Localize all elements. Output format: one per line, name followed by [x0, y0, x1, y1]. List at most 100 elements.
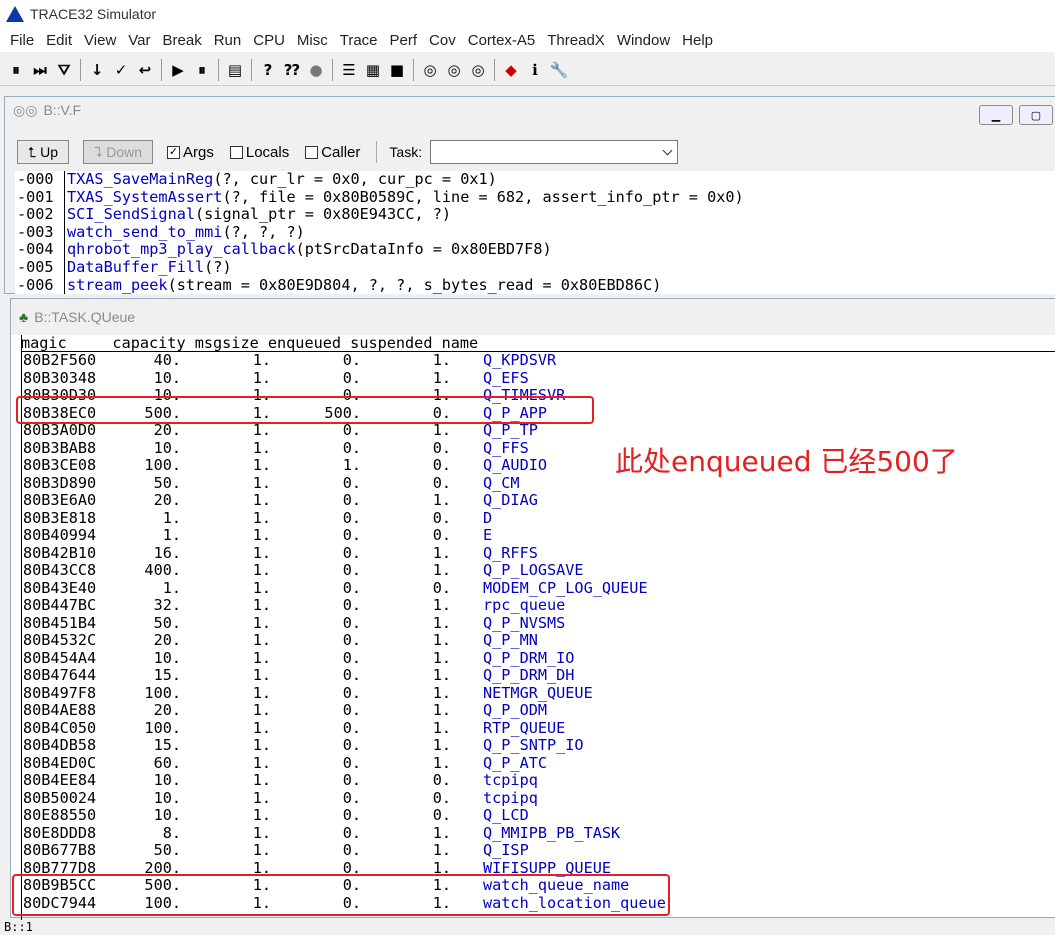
args-checkbox[interactable]: ✓ Args [167, 144, 214, 161]
caller-checkbox-box[interactable] [305, 145, 319, 159]
task-queue-window: ♣ B::TASK.QUeue magic capacity msgsize e… [10, 298, 1055, 925]
queue-suspended: 0. [432, 473, 451, 492]
frame-args: (?) [204, 257, 232, 276]
stack-frame-row[interactable]: -001 TXAS_SystemAssert(?, file = 0x80B058… [15, 188, 1055, 207]
go-icon[interactable]: ▶ [166, 58, 190, 82]
queue-row[interactable]: 80B2F560 40. 1. 0. 1. Q_KPDSVR [21, 351, 1055, 370]
menu-item[interactable]: CPU [247, 32, 291, 49]
var-watch-icon[interactable]: ◎ [418, 58, 442, 82]
menu-item[interactable]: Edit [40, 32, 78, 49]
queue-row[interactable]: 80E8DDD8 8. 1. 0. 1. Q_MMIPB_PB_TASK [21, 823, 1055, 843]
app-title: TRACE32 Simulator [30, 6, 157, 22]
menu-item[interactable]: Help [676, 32, 719, 49]
var-local-icon[interactable]: ◎ [466, 58, 490, 82]
help-icon[interactable]: ? [256, 58, 280, 82]
menu-item[interactable]: Cortex-A5 [462, 32, 542, 49]
queue-row[interactable]: 80B497F8 100. 1. 0. 1. NETMGR_QUEUE [21, 684, 1055, 703]
locals-checkbox[interactable]: Locals [229, 144, 289, 161]
mode-icon[interactable]: ▤ [223, 58, 247, 82]
stack-frame-row[interactable]: -004 qhrobot_mp3_play_callback(ptSrcDataI… [15, 241, 1055, 259]
stack-frame-row[interactable]: -000 TXAS_SaveMainReg(?, cur_lr = 0x0, cu… [15, 170, 1055, 189]
queue-name: Q_LCD [483, 806, 529, 824]
queue-row[interactable]: 80B454A4 10. 1. 0. 1. Q_P_DRM_IO [21, 649, 1055, 668]
queue-row[interactable]: 80B4C050 100. 1. 0. 1. RTP_QUEUE [21, 719, 1055, 738]
queue-row[interactable]: 80B4EE84 10. 1. 0. 0. tcpipq [21, 771, 1055, 790]
queue-row[interactable]: 80B43E40 1. 1. 0. 0. MODEM_CP_LOG_QUEUE [21, 579, 1055, 598]
menu-item[interactable]: File [4, 32, 40, 49]
menu-item[interactable]: View [78, 32, 122, 49]
menu-item[interactable]: Break [157, 32, 208, 49]
restore-icon[interactable]: ▢ [1019, 105, 1053, 125]
menu-item[interactable]: Misc [291, 32, 334, 49]
queue-row[interactable]: 80B4AE88 20. 1. 0. 1. Q_P_ODM [21, 701, 1055, 720]
chip-icon[interactable]: ■ [385, 58, 409, 82]
context-help-icon[interactable]: ⁇ [280, 58, 304, 82]
caller-checkbox[interactable]: Caller [305, 144, 360, 161]
queue-row[interactable]: 80E88550 10. 1. 0. 0. Q_LCD [21, 806, 1055, 825]
queue-suspended: 1. [432, 823, 451, 842]
queue-row[interactable]: 80B4532C 20. 1. 0. 1. Q_P_MN [21, 631, 1055, 650]
break-icon[interactable]: ⏸ [190, 58, 214, 82]
menu-item[interactable]: Window [611, 32, 676, 49]
wrench-icon[interactable]: 🔧 [547, 58, 571, 82]
info-icon[interactable]: ℹ [523, 58, 547, 82]
frame-function[interactable]: TXAS_SaveMainReg [67, 170, 213, 188]
frame-function[interactable]: stream_peek [67, 276, 168, 294]
frame-function[interactable]: TXAS_SystemAssert [67, 188, 222, 206]
queue-row[interactable]: 80B3E818 1. 1. 0. 0. D [21, 509, 1055, 528]
queue-row[interactable]: 80B47644 15. 1. 0. 1. Q_P_DRM_DH [21, 666, 1055, 685]
task-select[interactable] [430, 140, 679, 164]
step-down-icon[interactable]: ↓ [85, 58, 109, 82]
up-button[interactable]: ⮤ Up [17, 140, 70, 164]
queue-row[interactable]: 80B42B10 16. 1. 0. 1. Q_RFFS [21, 544, 1055, 563]
glasses-icon: ◎◎ [13, 101, 38, 118]
frame-function[interactable]: SCI_SendSignal [67, 205, 195, 223]
stop-icon[interactable]: ● [304, 58, 328, 82]
frame-level: -000 [15, 170, 65, 189]
menu-item[interactable]: ThreadX [541, 32, 611, 49]
queue-row[interactable]: 80B4ED0C 60. 1. 0. 1. Q_P_ATC [21, 754, 1055, 773]
step-over-icon[interactable]: ⏭ [28, 58, 52, 82]
return-icon[interactable]: ↩ [133, 58, 157, 82]
queue-row[interactable]: 80B43CC8 400. 1. 0. 1. Q_P_LOGSAVE [21, 561, 1055, 580]
queue-row[interactable]: 80B447BC 32. 1. 0. 1. rpc_queue [21, 596, 1055, 615]
queue-suspended: 0. [432, 806, 451, 824]
menu-item[interactable]: Cov [423, 32, 462, 49]
locals-checkbox-box[interactable] [229, 145, 243, 159]
args-checkbox-box[interactable]: ✓ [167, 145, 181, 159]
stack-frame-row[interactable]: -006 stream_peek(stream = 0x80E9D804, ?, … [15, 276, 1055, 295]
queue-row[interactable]: 80B40994 1. 1. 0. 0. E [21, 526, 1055, 545]
down-button[interactable]: ⮧ Down [83, 140, 154, 164]
queue-row[interactable]: 80B451B4 50. 1. 0. 1. Q_P_NVSMS [21, 614, 1055, 633]
queue-icon: ♣ [19, 309, 29, 325]
stack-frame-row[interactable]: -003 watch_send_to_mmi(?, ?, ?) [15, 223, 1055, 242]
menu-item[interactable]: Perf [384, 32, 424, 49]
register-icon[interactable]: ▦ [361, 58, 385, 82]
stack-frame-row[interactable]: -002 SCI_SendSignal(signal_ptr = 0x80E943… [15, 205, 1055, 224]
step-check-icon[interactable]: ✓ [109, 58, 133, 82]
queue-row[interactable]: 80B50024 10. 1. 0. 0. tcpipq [21, 789, 1055, 808]
queue-name: Q_P_DRM_DH [483, 666, 575, 684]
menu-item[interactable]: Var [122, 32, 156, 49]
queue-row[interactable]: 80B30348 10. 1. 0. 1. Q_EFS [21, 369, 1055, 388]
queue-row[interactable]: 80B3E6A0 20. 1. 0. 1. Q_DIAG [21, 491, 1055, 510]
step-diverge-icon[interactable]: ⛛ [52, 58, 76, 82]
queue-row[interactable]: 80B677B8 50. 1. 0. 1. Q_ISP [21, 841, 1055, 860]
frame-args: (signal_ptr = 0x80E943CC, ?) [195, 205, 452, 224]
task-label: Task: [389, 144, 423, 160]
cube-icon[interactable]: ◆ [499, 58, 523, 82]
queue-row[interactable]: 80B3A0D0 20. 1. 0. 1. Q_P_TP [21, 421, 1055, 440]
frame-function[interactable]: qhrobot_mp3_play_callback [67, 240, 296, 259]
var-view-icon[interactable]: ◎ [442, 58, 466, 82]
stack-window-title: ◎◎ B::V.F [5, 97, 1055, 123]
stack-frame-row[interactable]: -005 DataBuffer_Fill(?) [15, 257, 1055, 277]
queue-row[interactable]: 80B4DB58 15. 1. 0. 1. Q_P_SNTP_IO [21, 736, 1055, 755]
minimize-icon[interactable]: ▁ [979, 105, 1013, 125]
list-icon[interactable]: ☰ [337, 58, 361, 82]
frame-function[interactable]: DataBuffer_Fill [67, 258, 204, 276]
menu-item[interactable]: Trace [334, 32, 384, 49]
step-icon[interactable]: ⏸ [4, 58, 28, 82]
menu-item[interactable]: Run [208, 32, 248, 49]
queue-suspended: 1. [432, 631, 451, 649]
frame-function[interactable]: watch_send_to_mmi [67, 223, 222, 241]
